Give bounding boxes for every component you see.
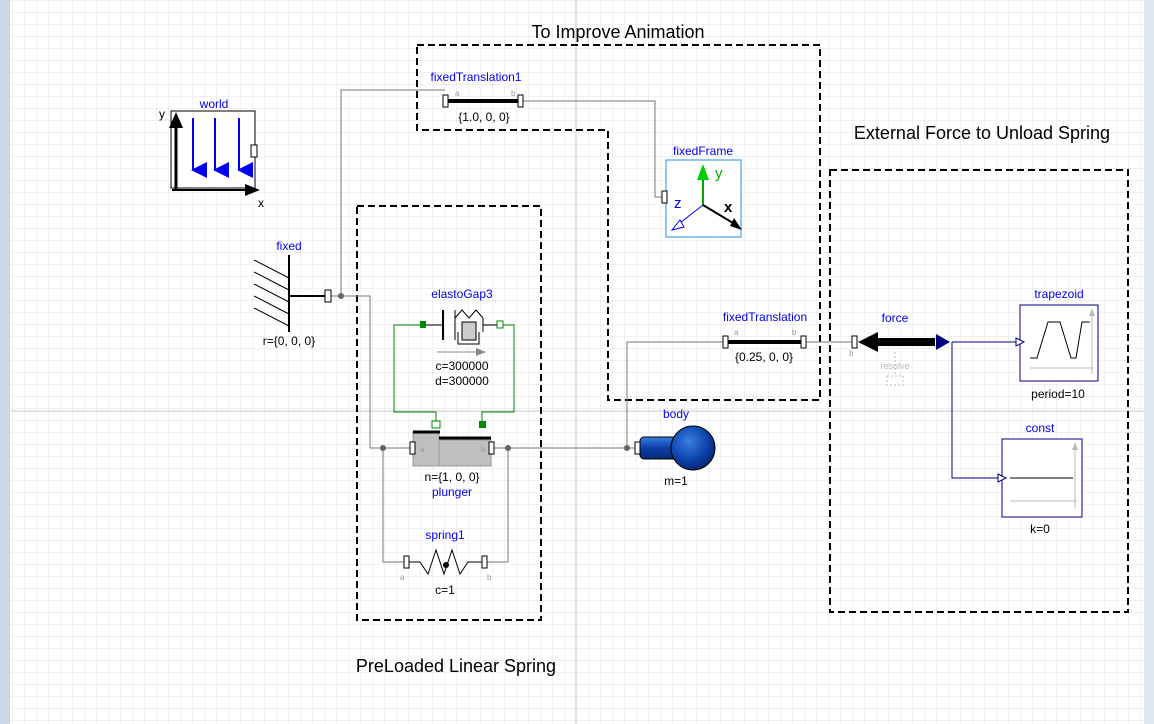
body-name: body — [663, 407, 689, 421]
spring1-port-a: a — [400, 573, 405, 582]
trapezoid-name: trapezoid — [1034, 287, 1083, 301]
elasto-gap3-param-c: c=300000 — [435, 359, 488, 373]
fixed-frame-axis-y: y — [715, 165, 723, 182]
world-axis-x: x — [258, 196, 264, 210]
spring1-port-b: b — [487, 573, 492, 582]
plunger-port-b: b — [481, 445, 486, 454]
wire-node — [338, 293, 344, 299]
diagram-canvas: To Improve Animation External Force to U… — [0, 0, 1154, 724]
plunger-param: n={1, 0, 0} — [424, 470, 479, 484]
component-fixed-frame[interactable]: fixedFrame y x z — [661, 144, 742, 238]
wire-node — [380, 445, 386, 451]
group-preloaded-title: PreLoaded Linear Spring — [356, 656, 556, 676]
world-axis-y: y — [159, 107, 165, 121]
trapezoid-param: period=10 — [1031, 387, 1085, 401]
group-animation-title: To Improve Animation — [531, 22, 704, 42]
world-name: world — [199, 97, 229, 111]
fixed-translation-param: {0.25, 0, 0} — [735, 350, 793, 364]
plunger-name: plunger — [432, 485, 472, 499]
force-port-b: b — [849, 349, 854, 358]
spring1-param: c=1 — [435, 583, 455, 597]
spring1-name: spring1 — [425, 528, 465, 542]
elasto-gap3-name: elastoGap3 — [431, 287, 493, 301]
elasto-gap3-param-d: d=300000 — [435, 374, 489, 388]
plunger-port-a: a — [420, 445, 425, 454]
fixed-translation1-port-b: b — [511, 89, 516, 98]
fixed-frame-axis-z: z — [674, 195, 682, 212]
grid — [10, 0, 1144, 724]
body-param: m=1 — [664, 474, 688, 488]
const-name: const — [1026, 421, 1055, 435]
fixed-translation-port-b: b — [792, 328, 797, 337]
const-param: k=0 — [1030, 522, 1050, 536]
wire-node — [624, 445, 630, 451]
fixed-param: r={0, 0, 0} — [263, 334, 315, 348]
fixed-frame-name: fixedFrame — [673, 144, 733, 158]
group-external-force-title: External Force to Unload Spring — [854, 123, 1110, 143]
wire-node — [505, 445, 511, 451]
fixed-name: fixed — [276, 239, 301, 253]
force-name: force — [882, 311, 909, 325]
fixed-translation-port-a: a — [734, 328, 739, 337]
fixed-translation1-param: {1.0, 0, 0} — [458, 110, 509, 124]
fixed-translation1-port-a: a — [455, 89, 460, 98]
fixed-translation-name: fixedTranslation — [723, 310, 807, 324]
scrollbar-track[interactable] — [1144, 0, 1154, 724]
fixed-translation1-name: fixedTranslation1 — [431, 70, 522, 84]
fixed-frame-axis-x: x — [724, 199, 733, 216]
